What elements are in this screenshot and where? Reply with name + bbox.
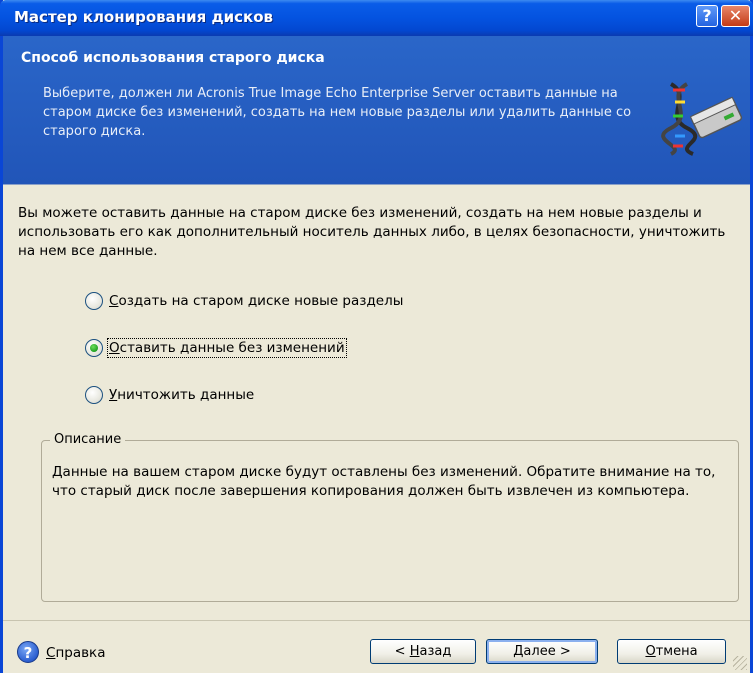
step-title: Способ использования старого диска bbox=[21, 50, 325, 66]
option-create-partitions[interactable]: Создать на старом диске новые разделы bbox=[85, 289, 403, 313]
back-button[interactable]: < Назад bbox=[370, 639, 476, 664]
option-keep-data[interactable]: Оставить данные без изменений bbox=[85, 336, 347, 360]
next-label: алее > bbox=[523, 644, 571, 659]
option-text: ничтожить данные bbox=[117, 387, 255, 403]
step-description: Выберите, должен ли Acronis True Image E… bbox=[43, 86, 632, 139]
wizard-window: Мастер клонирования дисков ? ✕ Способ ис… bbox=[0, 0, 753, 673]
option-text: ставить данные без изменений bbox=[119, 340, 345, 356]
cancel-button[interactable]: Отмена bbox=[617, 639, 726, 664]
accel-key: Д bbox=[513, 644, 524, 659]
radio-button[interactable] bbox=[85, 386, 103, 404]
cancel-label: тмена bbox=[655, 644, 698, 659]
option-label: Уничтожить данные bbox=[109, 387, 254, 403]
help-label: правка bbox=[55, 645, 106, 661]
title-bar[interactable]: Мастер клонирования дисков ? ✕ bbox=[0, 0, 753, 36]
accel-key: О bbox=[645, 644, 656, 659]
description-group: Описание Данные на вашем старом диске бу… bbox=[41, 432, 739, 602]
disk-clone-icon bbox=[661, 82, 743, 156]
close-icon: ✕ bbox=[728, 6, 743, 25]
option-destroy-data[interactable]: Уничтожить данные bbox=[85, 383, 254, 407]
help-title-button[interactable]: ? bbox=[696, 5, 718, 27]
window-title: Мастер клонирования дисков bbox=[14, 8, 273, 26]
option-text: оздать на старом диске новые разделы bbox=[118, 293, 404, 309]
close-button[interactable]: ✕ bbox=[721, 5, 750, 27]
back-prefix: < bbox=[394, 644, 410, 659]
description-text: Данные на вашем старом диске будут остав… bbox=[52, 464, 716, 499]
radio-button-checked[interactable] bbox=[85, 339, 103, 357]
accel-key: О bbox=[109, 340, 120, 356]
accel-key: У bbox=[109, 387, 118, 403]
help-link[interactable]: Справка bbox=[46, 645, 106, 661]
back-label: азад bbox=[419, 644, 452, 659]
question-icon: ? bbox=[702, 6, 712, 25]
next-button[interactable]: Далее > bbox=[486, 639, 598, 664]
option-label: Создать на старом диске новые разделы bbox=[109, 293, 403, 309]
option-label: Оставить данные без изменений bbox=[107, 338, 347, 358]
resize-grip[interactable] bbox=[733, 656, 747, 670]
description-legend: Описание bbox=[50, 432, 126, 447]
footer-divider bbox=[3, 620, 750, 621]
help-icon[interactable]: ? bbox=[17, 641, 39, 663]
radio-button[interactable] bbox=[85, 292, 103, 310]
wizard-header: Способ использования старого диска Выбер… bbox=[3, 36, 750, 185]
intro-text: Вы можете оставить данные на старом диск… bbox=[18, 205, 726, 259]
